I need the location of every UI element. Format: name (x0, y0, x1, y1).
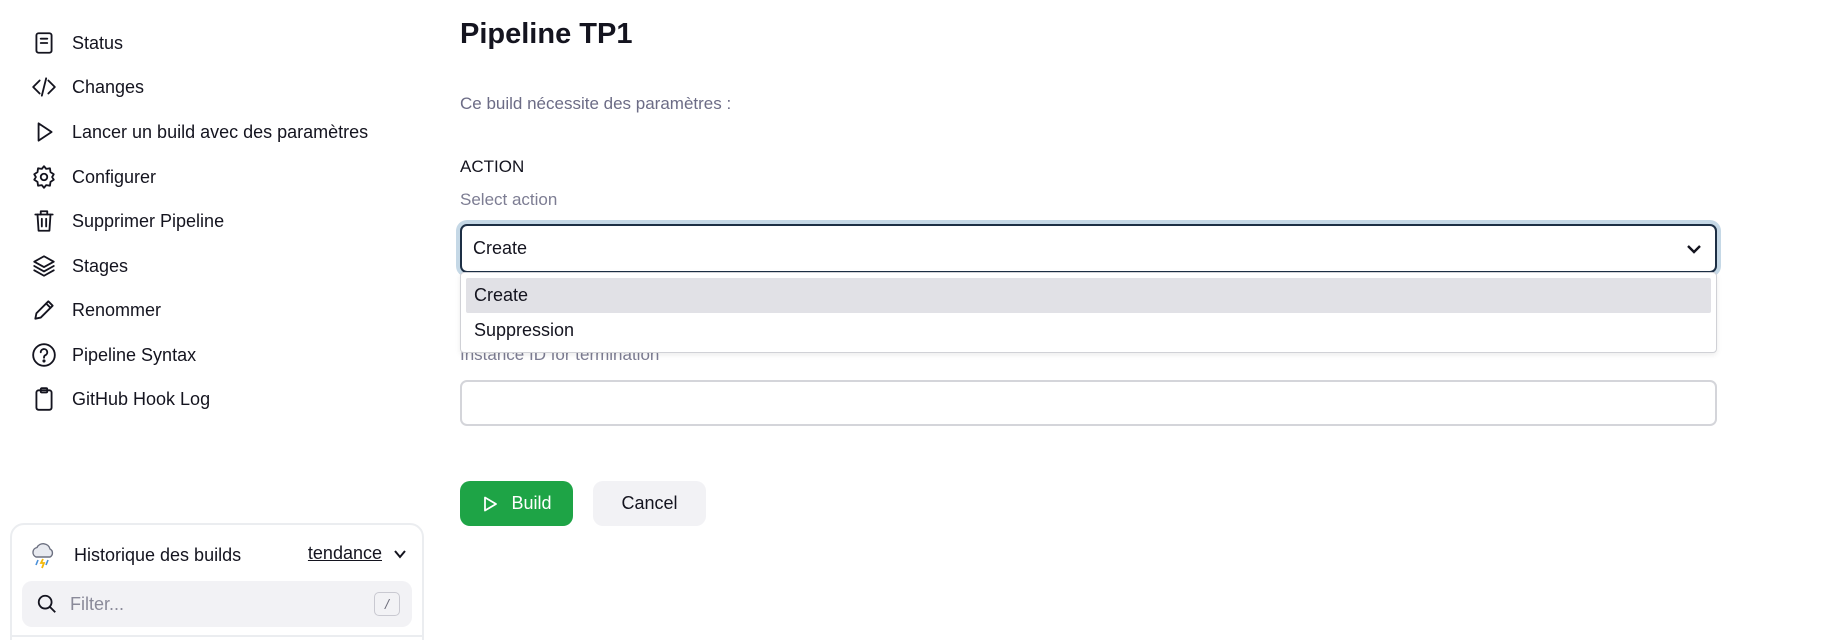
gear-icon (30, 163, 58, 191)
build-filter: / (22, 581, 412, 627)
sidebar-item-label: Supprimer Pipeline (72, 210, 225, 231)
parameters-description: Ce build nécessite des paramètres : (460, 94, 732, 113)
chevron-down-icon (394, 549, 406, 559)
play-icon (484, 496, 498, 511)
weather-storm-icon (32, 543, 54, 569)
code-icon (30, 73, 58, 101)
action-select-value: Create (473, 238, 528, 258)
build-history-header: Historique des builds tendance (28, 535, 408, 575)
divider (12, 635, 422, 637)
sidebar-item-label: Renommer (72, 299, 162, 320)
sidebar-item-github-hook-log[interactable]: GitHub Hook Log (30, 379, 210, 419)
pencil-icon (30, 296, 58, 324)
option-label: Create (474, 285, 529, 305)
sidebar-item-label: Status (72, 32, 124, 53)
document-icon (30, 29, 58, 57)
instance-id-input[interactable] (460, 380, 1717, 426)
chevron-down-icon (1685, 240, 1703, 258)
build-history-panel: Historique des builds tendance / (10, 523, 424, 640)
sidebar-item-rename[interactable]: Renommer (30, 290, 161, 330)
parameter-name: ACTION (460, 157, 525, 176)
search-icon (36, 593, 58, 615)
sidebar-item-label: Changes (72, 76, 145, 97)
build-button[interactable]: Build (460, 481, 573, 526)
option-label: Suppression (474, 320, 575, 340)
parameter-description: Select action (460, 190, 558, 209)
main-content: Pipeline TP1 Ce build nécessite des para… (460, 0, 1720, 640)
play-icon (30, 118, 58, 146)
dropdown-option-suppression[interactable]: Suppression (466, 313, 1711, 348)
build-history-title: Historique des builds (74, 544, 242, 565)
sidebar-item-delete-pipeline[interactable]: Supprimer Pipeline (30, 201, 224, 241)
filter-input[interactable] (70, 593, 360, 615)
trash-icon (30, 207, 58, 235)
sidebar-item-status[interactable]: Status (30, 23, 123, 63)
help-circle-icon (30, 341, 58, 369)
sidebar-item-label: Configurer (72, 166, 157, 187)
trend-link[interactable]: tendance (308, 543, 408, 564)
sidebar-item-label: Lancer un build avec des paramètres (72, 121, 369, 142)
sidebar-item-label: Pipeline Syntax (72, 344, 197, 365)
sidebar-item-label: Stages (72, 255, 129, 276)
cancel-button[interactable]: Cancel (593, 481, 706, 526)
page-title: Pipeline TP1 (460, 18, 633, 50)
sidebar-item-stages[interactable]: Stages (30, 246, 128, 286)
cancel-button-label: Cancel (621, 493, 678, 513)
clipboard-icon (30, 385, 58, 413)
trend-label: tendance (307, 543, 382, 563)
sidebar-item-configure[interactable]: Configurer (30, 157, 156, 197)
build-button-label: Build (511, 493, 552, 513)
sidebar: Status Changes Lancer un build avec des … (0, 0, 430, 640)
sidebar-item-changes[interactable]: Changes (30, 67, 144, 107)
keyboard-shortcut-badge: / (374, 592, 400, 616)
action-select[interactable]: Create (460, 224, 1717, 273)
dropdown-option-create[interactable]: Create (466, 278, 1711, 313)
layers-icon (30, 252, 58, 280)
sidebar-item-label: GitHub Hook Log (72, 388, 211, 409)
sidebar-item-build-with-parameters[interactable]: Lancer un build avec des paramètres (30, 112, 368, 152)
action-dropdown-menu: Create Suppression (460, 272, 1717, 353)
sidebar-item-pipeline-syntax[interactable]: Pipeline Syntax (30, 335, 196, 375)
